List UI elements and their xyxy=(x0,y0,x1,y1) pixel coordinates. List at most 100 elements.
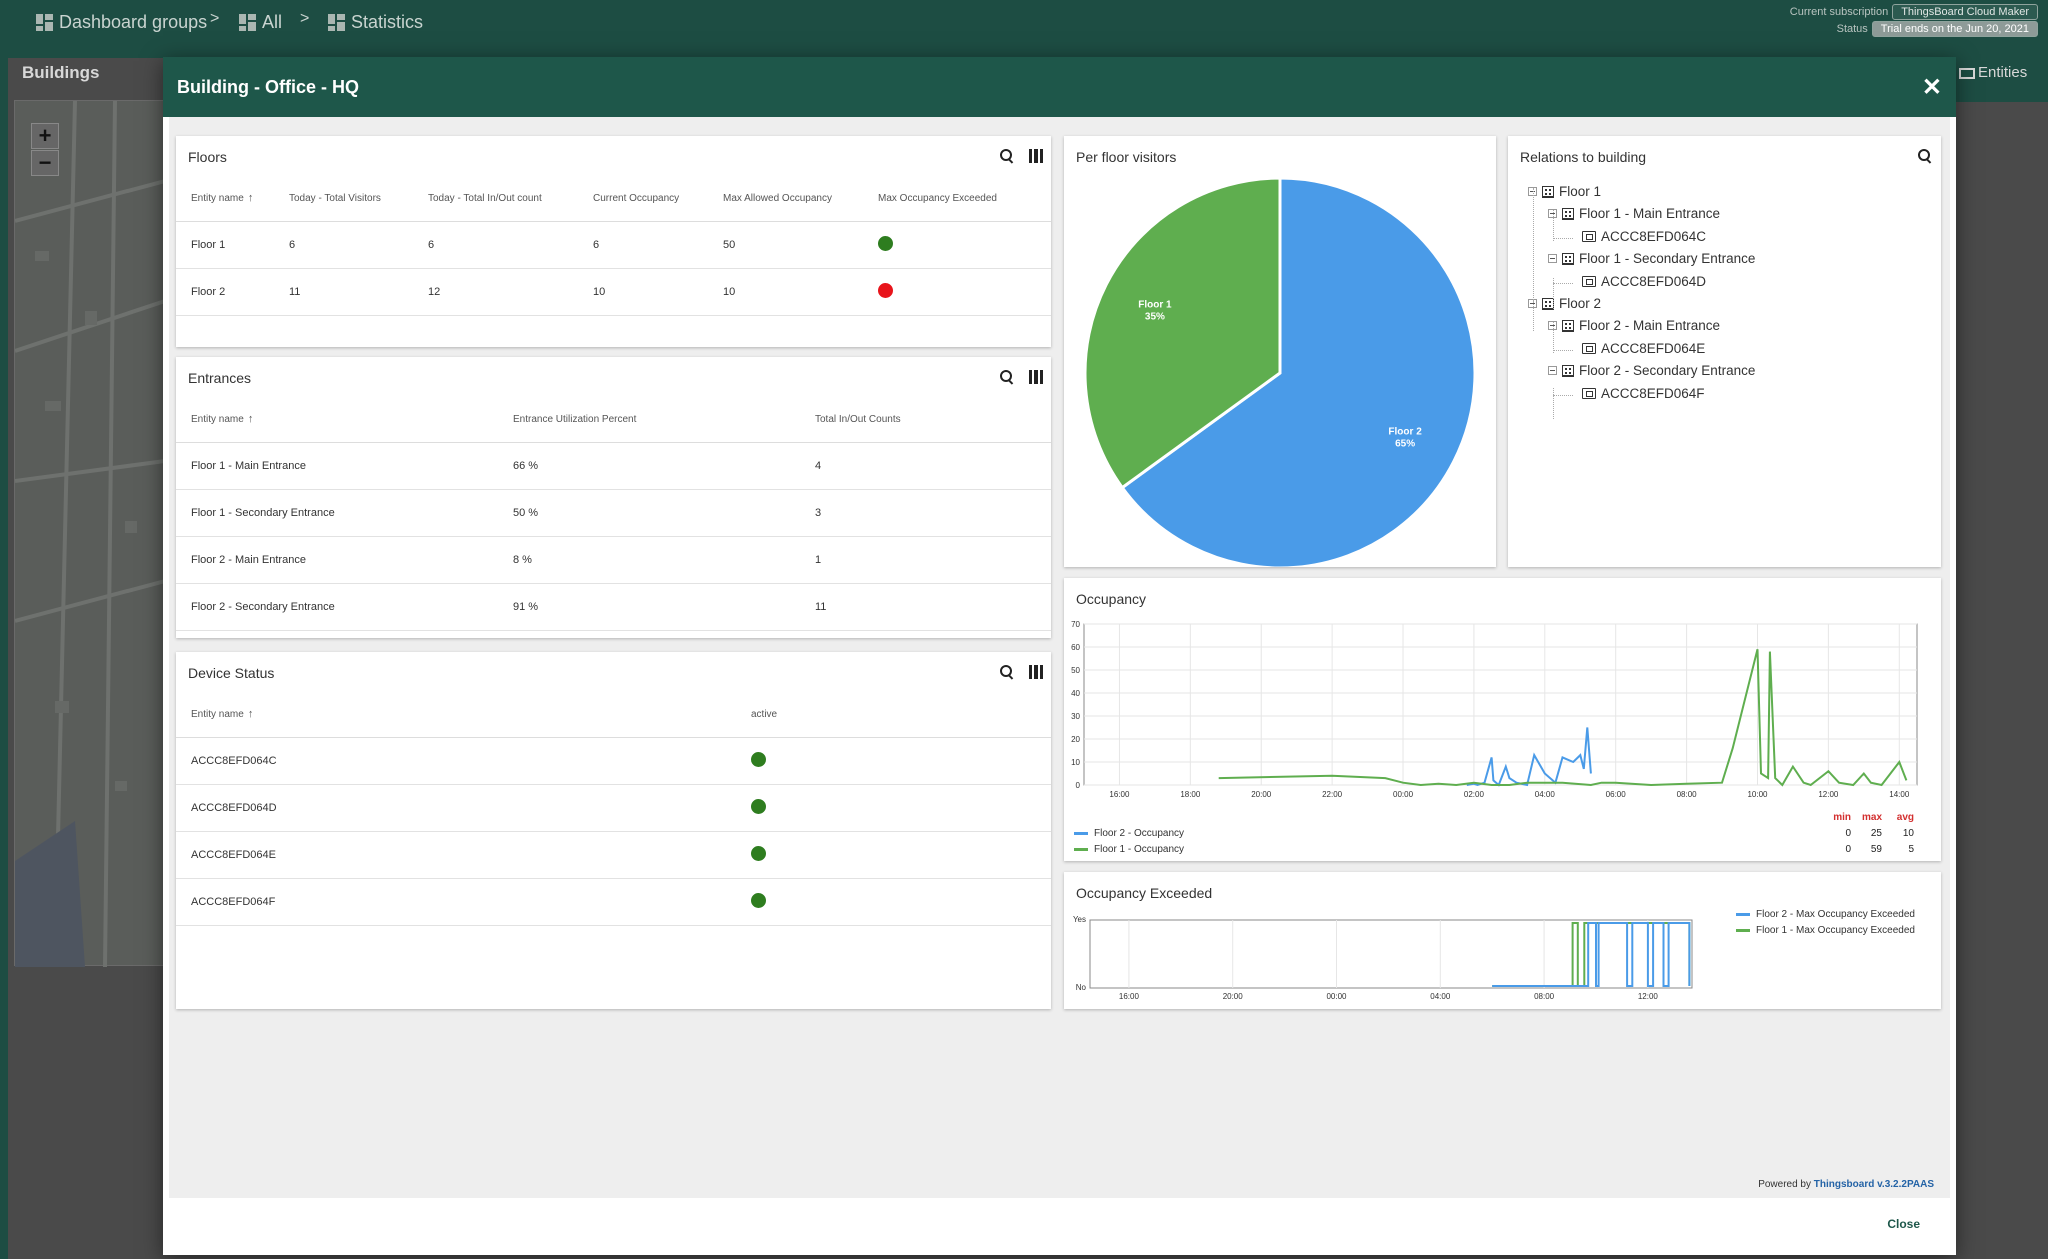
cell: 8 % xyxy=(498,536,800,584)
cell: 10 xyxy=(708,268,863,316)
tree-node-label: Floor 1 xyxy=(1559,184,1602,199)
building-icon xyxy=(1562,252,1574,265)
sort-arrow-icon: ↑ xyxy=(247,192,254,205)
search-icon[interactable] xyxy=(1917,148,1933,164)
status-dot xyxy=(751,751,766,767)
status-dot xyxy=(751,798,766,814)
legend-item[interactable]: Floor 1 - Max Occupancy Exceeded xyxy=(1736,925,1915,936)
tree-node[interactable]: Floor 2 - Secondary Entrance xyxy=(1548,363,1755,378)
column-header[interactable]: Total In/Out Counts xyxy=(800,397,1051,443)
breadcrumb-label: Statistics xyxy=(351,12,424,32)
entrances-table: Entity name ↑ Entrance Utilization Percen… xyxy=(176,397,1051,631)
column-header[interactable]: Today - Total Visitors xyxy=(274,176,413,222)
series-line xyxy=(1492,922,1691,987)
close-button[interactable]: Close xyxy=(1887,1217,1920,1231)
buildings-panel-title: Buildings xyxy=(22,63,100,82)
column-header[interactable]: Max Allowed Occupancy xyxy=(708,176,863,222)
column-header[interactable]: Today - Total In/Out count xyxy=(413,176,578,222)
search-icon[interactable] xyxy=(999,148,1015,164)
cell: 11 xyxy=(274,268,413,316)
tree-node[interactable]: Floor 2 xyxy=(1528,296,1601,311)
cell: 4 xyxy=(800,442,1051,490)
buildings-map[interactable]: + − xyxy=(14,100,165,967)
tree-connector xyxy=(1533,300,1534,331)
table-row[interactable]: Floor 2 - Main Entrance 8 % 1 xyxy=(176,536,1051,584)
occupancy-exceeded-chart[interactable]: 16:00 20:00 00:00 04:00 08:00 12:00 No Yes xyxy=(1064,872,1941,1009)
occupancy-line-chart[interactable]: 01020304050607016:00 18:00 20:00 22:00 00:00… xyxy=(1064,578,1941,861)
tree-node[interactable]: Floor 1 xyxy=(1528,184,1601,199)
legend-item[interactable]: Floor 2 - Occupancy xyxy=(1074,828,1184,839)
building-details-dialog: Building - Office - HQ ✕ Floors Entity n… xyxy=(163,57,1956,1255)
x-tick-label: 16:00 xyxy=(1119,992,1140,1001)
columns-icon[interactable] xyxy=(1029,149,1043,163)
y-tick-label: 60 xyxy=(1071,643,1080,652)
tree-node[interactable]: Floor 1 - Main Entrance xyxy=(1548,206,1720,221)
table-row[interactable]: ACCC8EFD064E xyxy=(176,831,1051,879)
column-header[interactable]: Entrance Utilization Percent xyxy=(498,397,800,443)
breadcrumb-label: Dashboard groups xyxy=(59,12,208,32)
tree-node[interactable]: ACCC8EFD064D xyxy=(1568,274,1706,289)
widget-title: Device Status xyxy=(188,665,275,681)
column-header[interactable]: Entity name ↑ xyxy=(176,397,498,443)
close-icon[interactable]: ✕ xyxy=(1922,73,1942,102)
table-row[interactable]: Floor 1 6 6 6 50 xyxy=(176,221,1051,269)
dialog-footer: Close xyxy=(163,1198,1956,1255)
breadcrumb-dashboard-groups[interactable]: Dashboard groups xyxy=(36,12,207,33)
floors-widget: Floors Entity name ↑ Today - Total Visito… xyxy=(176,136,1051,347)
columns-icon[interactable] xyxy=(1029,370,1043,384)
device-status-table: Entity name ↑ active ACCC8EFD064C ACCC8EF… xyxy=(176,692,1051,926)
dashboard-grid-icon xyxy=(328,14,345,31)
y-tick-label: 70 xyxy=(1071,620,1080,629)
plot-area xyxy=(1083,623,1918,786)
y-tick-label: 10 xyxy=(1071,758,1080,767)
column-header[interactable]: Current Occupancy xyxy=(578,176,708,222)
column-header[interactable]: active xyxy=(736,692,1051,738)
breadcrumb-all[interactable]: All xyxy=(239,12,282,33)
column-header[interactable]: Max Occupancy Exceeded xyxy=(863,176,1051,222)
breadcrumb-separator: > xyxy=(300,10,310,27)
search-icon[interactable] xyxy=(999,664,1015,680)
columns-icon[interactable] xyxy=(1029,665,1043,679)
tree-node[interactable]: Floor 2 - Main Entrance xyxy=(1548,318,1720,333)
zoom-in-button[interactable]: + xyxy=(31,123,59,149)
tree-node[interactable]: Floor 1 - Secondary Entrance xyxy=(1548,251,1755,266)
subscription-value[interactable]: ThingsBoard Cloud Maker xyxy=(1892,4,2038,20)
collapse-toggle-icon[interactable] xyxy=(1548,366,1557,376)
table-row[interactable]: Floor 2 - Secondary Entrance 91 % 11 xyxy=(176,583,1051,631)
table-row[interactable]: Floor 1 - Secondary Entrance 50 % 3 xyxy=(176,489,1051,537)
table-row[interactable]: Floor 1 - Main Entrance 66 % 4 xyxy=(176,442,1051,490)
pie-slice-label: 35% xyxy=(1145,311,1165,322)
cell: 6 xyxy=(274,221,413,269)
tree-node[interactable]: ACCC8EFD064E xyxy=(1568,341,1705,356)
entities-label: Entities xyxy=(1978,64,2028,81)
column-header[interactable]: Entity name ↑ xyxy=(176,692,736,738)
legend-item[interactable]: Floor 1 - Occupancy xyxy=(1074,844,1184,855)
x-tick-label: 02:00 xyxy=(1464,790,1485,799)
zoom-out-button[interactable]: − xyxy=(31,150,59,176)
x-tick-label: 06:00 xyxy=(1606,790,1627,799)
table-row[interactable]: Floor 2 11 12 10 10 xyxy=(176,268,1051,316)
table-row[interactable]: ACCC8EFD064D xyxy=(176,784,1051,832)
status-dot xyxy=(751,892,766,908)
cell: 1 xyxy=(800,536,1051,584)
column-header[interactable]: Entity name ↑ xyxy=(176,176,274,222)
pie-chart[interactable]: Floor 265% Floor 135% xyxy=(1064,136,1496,567)
thingsboard-version-link[interactable]: Thingsboard v.3.2.2PAAS xyxy=(1814,1179,1934,1190)
stat-header-max: max xyxy=(1862,812,1883,823)
table-row[interactable]: ACCC8EFD064F xyxy=(176,878,1051,926)
table-row[interactable]: ACCC8EFD064C xyxy=(176,737,1051,785)
y-tick-label: 20 xyxy=(1071,735,1080,744)
search-icon[interactable] xyxy=(999,369,1015,385)
tree-node-label: Floor 1 - Secondary Entrance xyxy=(1579,251,1756,267)
collapse-toggle-icon[interactable] xyxy=(1548,254,1557,264)
breadcrumb-statistics[interactable]: Statistics xyxy=(328,12,423,33)
tree-node[interactable]: ACCC8EFD064F xyxy=(1568,386,1705,401)
entity-name: Floor 1 - Main Entrance xyxy=(176,442,498,490)
tree-node[interactable]: ACCC8EFD064C xyxy=(1568,229,1706,244)
occupancy-widget: Occupancy 0 10 20 30 40 50 60 70 16:00 18:00 20:00… xyxy=(1064,578,1941,861)
legend-item[interactable]: Floor 2 - Max Occupancy Exceeded xyxy=(1736,909,1915,920)
x-tick-label: 12:00 xyxy=(1638,992,1659,1001)
status-label: Status xyxy=(1836,23,1868,35)
entities-button[interactable]: Entities xyxy=(1955,58,2048,102)
cell: 50 % xyxy=(498,489,800,537)
